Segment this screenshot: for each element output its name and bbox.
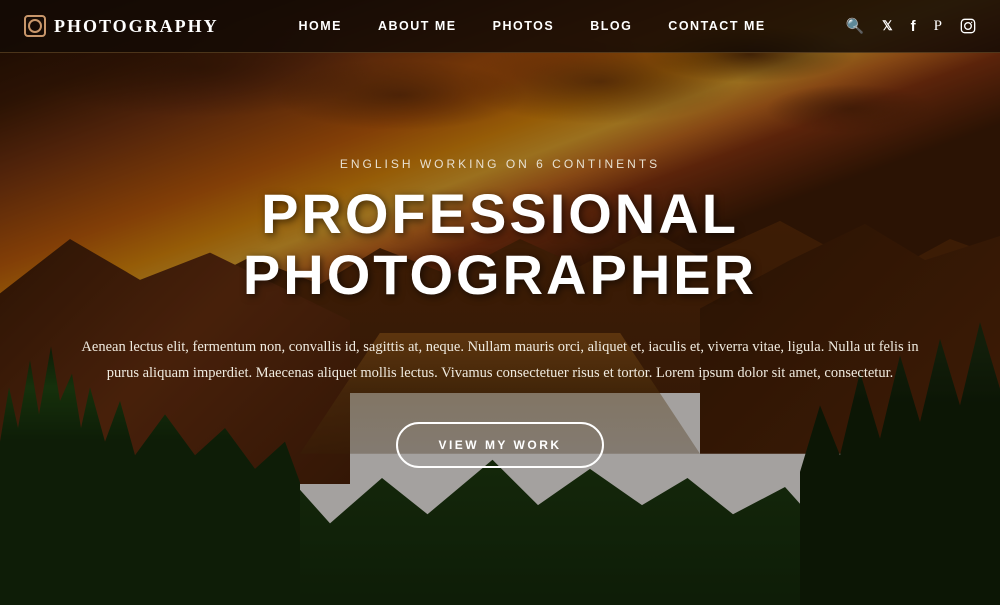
nav-link-photos[interactable]: PHOTOS	[493, 19, 555, 33]
twitter-icon[interactable]: 𝕏	[882, 18, 892, 34]
nav-item-about[interactable]: ABOUT ME	[378, 17, 457, 35]
search-icon[interactable]: 🔍	[845, 17, 864, 36]
view-work-button[interactable]: VIEW MY WORK	[396, 422, 603, 468]
nav-link-home[interactable]: HOME	[298, 19, 342, 33]
camera-icon	[24, 15, 46, 37]
brand-logo[interactable]: PHOTOGRAPHY	[24, 15, 219, 37]
facebook-icon[interactable]: f	[911, 18, 916, 35]
nav-item-contact[interactable]: CONTACT ME	[668, 17, 765, 35]
nav-item-photos[interactable]: PHOTOS	[493, 17, 555, 35]
hero-title: PROFESSIONAL PHOTOGRAPHER	[40, 183, 960, 306]
instagram-icon[interactable]	[960, 18, 976, 34]
nav-item-blog[interactable]: BLOG	[590, 17, 632, 35]
nav-item-home[interactable]: HOME	[298, 17, 342, 35]
hero-section: ENGLISH WORKING ON 6 CONTINENTS PROFESSI…	[0, 0, 1000, 605]
navbar: PHOTOGRAPHY HOME ABOUT ME PHOTOS BLOG CO…	[0, 0, 1000, 53]
hero-content: ENGLISH WORKING ON 6 CONTINENTS PROFESSI…	[0, 157, 1000, 468]
hero-subtitle: ENGLISH WORKING ON 6 CONTINENTS	[40, 157, 960, 171]
hero-description: Aenean lectus elit, fermentum non, conva…	[65, 334, 935, 386]
nav-link-about[interactable]: ABOUT ME	[378, 19, 457, 33]
pinterest-icon[interactable]: P	[934, 18, 942, 35]
nav-link-contact[interactable]: CONTACT ME	[668, 19, 765, 33]
nav-social-icons: 🔍 𝕏 f P	[845, 17, 976, 36]
nav-links: HOME ABOUT ME PHOTOS BLOG CONTACT ME	[298, 17, 765, 35]
brand-name: PHOTOGRAPHY	[54, 16, 219, 37]
nav-link-blog[interactable]: BLOG	[590, 19, 632, 33]
